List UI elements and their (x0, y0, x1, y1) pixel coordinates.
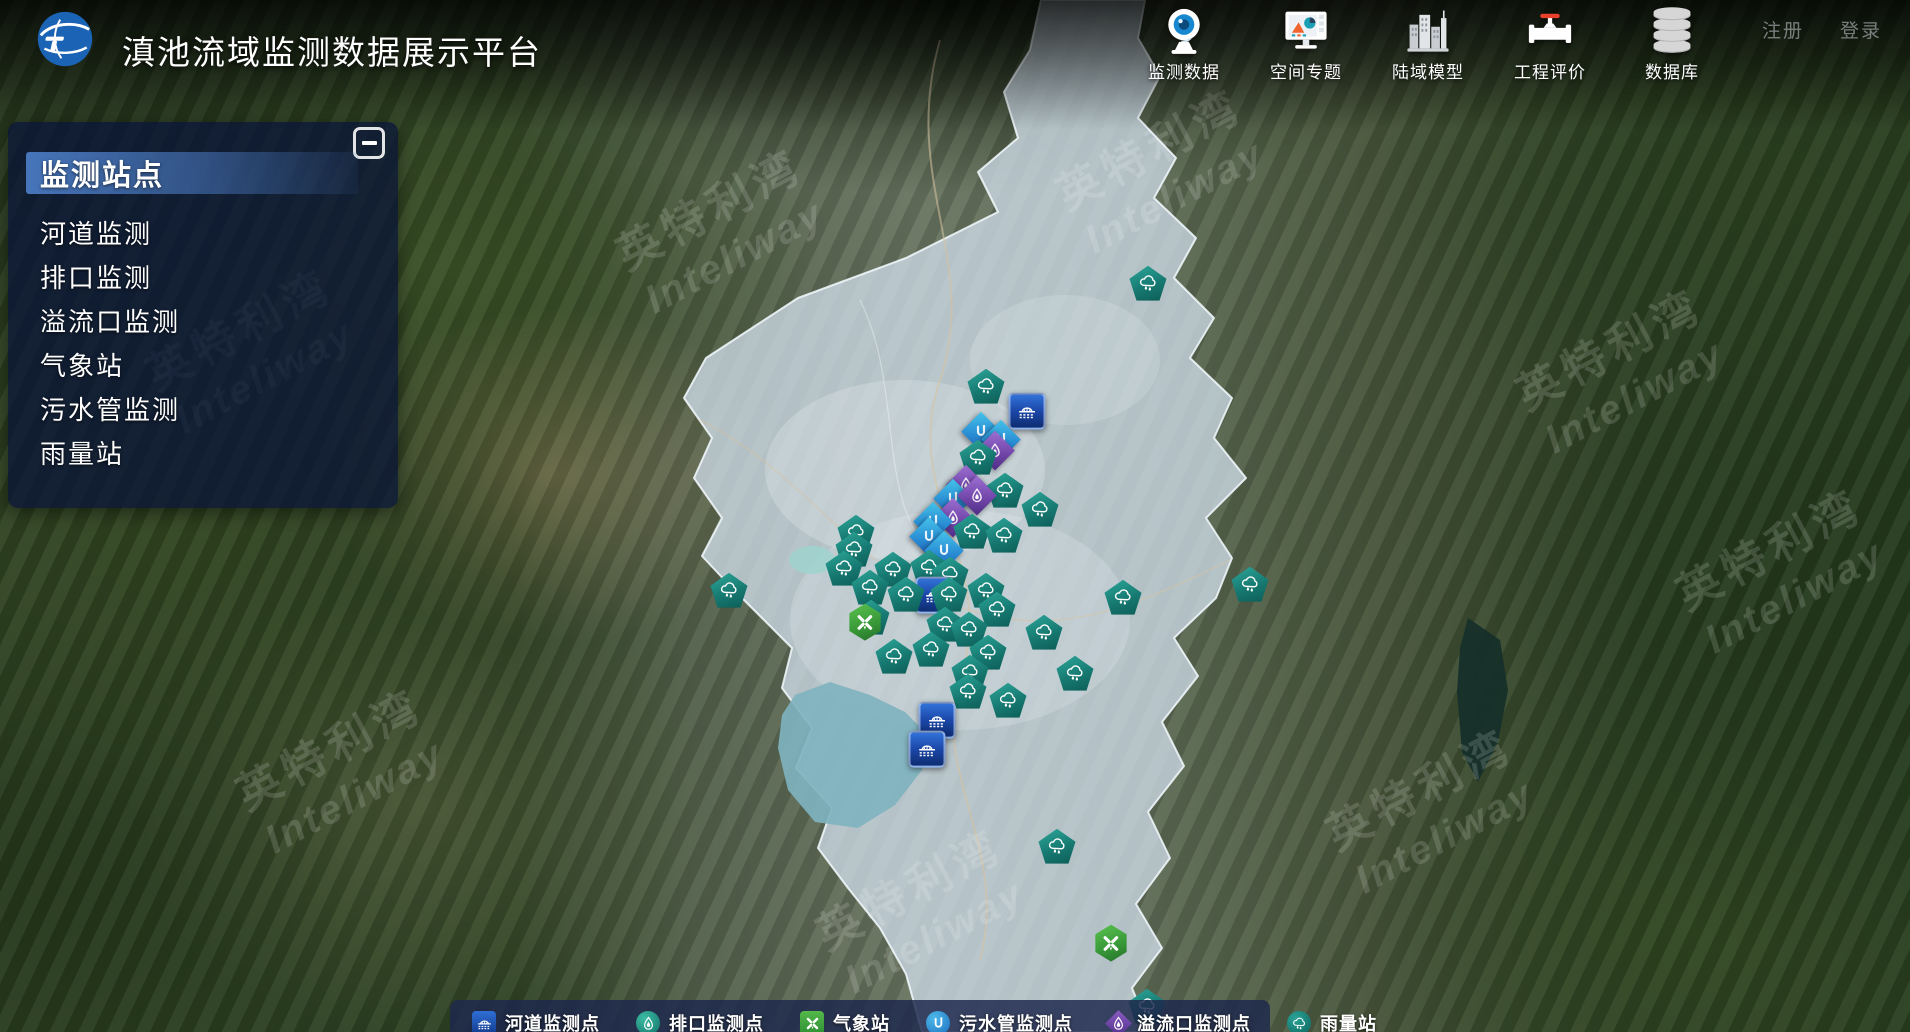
map-legend: 河道监测点 排口监测点 气象站 污水管监测点 溢流口监测点 雨量站 (450, 1000, 1270, 1032)
cloud-rain-icon (832, 557, 856, 579)
cloud-rain-icon (993, 479, 1017, 501)
cloud-rain-icon (894, 583, 918, 605)
bridge-icon (472, 1011, 496, 1032)
cloud-rain-icon (957, 618, 981, 640)
sidebar-item-overflow[interactable]: 溢流口监测 (40, 300, 378, 344)
legend-label: 溢流口监测点 (1137, 1010, 1251, 1032)
drop-icon (1105, 1010, 1132, 1032)
sidebar-item-rain[interactable]: 雨量站 (40, 432, 378, 476)
bridge-icon (916, 739, 937, 760)
cloud-rain-icon (966, 446, 990, 468)
nav-item-database[interactable]: 数据库 (1624, 4, 1720, 83)
header: 滇池流域监测数据展示平台 监测数据 空间专题 陆域模型 工程评价 数据库 注册 … (0, 0, 1910, 100)
webcam-icon (1158, 4, 1210, 56)
nav-item-project-eval[interactable]: 工程评价 (1502, 4, 1598, 83)
nav-label: 工程评价 (1514, 58, 1586, 83)
cloud-rain-icon (1028, 498, 1052, 520)
legend-item-rain: 雨量站 (1287, 1010, 1377, 1032)
cloud-rain-icon (1136, 272, 1160, 294)
cloud-rain-icon (882, 645, 906, 667)
cloud-rain-icon (881, 558, 905, 580)
legend-label: 雨量站 (1320, 1010, 1377, 1032)
monitor-chart-icon (1280, 4, 1332, 56)
legend-item-outlet: 排口监测点 (636, 1010, 764, 1032)
page-title: 滇池流域监测数据展示平台 (122, 26, 542, 74)
cloud-rain-icon (985, 598, 1009, 620)
x-pinwheel-icon (1100, 931, 1122, 955)
nav-label: 数据库 (1645, 58, 1699, 83)
cloud-rain-icon (937, 583, 961, 605)
cloud-rain-icon (858, 576, 882, 598)
marker-river[interactable] (1009, 393, 1046, 430)
legend-item-overflow: 溢流口监测点 (1109, 1010, 1251, 1032)
sidebar-item-outlet[interactable]: 排口监测 (40, 256, 378, 300)
panel-title-bar[interactable]: 监测站点 (26, 152, 358, 194)
nav-item-monitor-data[interactable]: 监测数据 (1136, 4, 1232, 83)
database-icon (1646, 4, 1698, 56)
cloud-rain-icon (717, 579, 741, 601)
marker-river[interactable] (909, 731, 946, 768)
cloud-rain-icon (1111, 586, 1135, 608)
platform-logo (36, 10, 94, 68)
app-root: 英特利湾Inteliway 英特利湾Inteliway 英特利湾Inteliwa… (0, 0, 1910, 1032)
legend-label: 河道监测点 (505, 1010, 600, 1032)
east-lake (1457, 618, 1508, 782)
cloud-rain-icon (1287, 1011, 1311, 1032)
drop-icon (968, 487, 986, 505)
nav-label: 陆域模型 (1392, 58, 1464, 83)
legend-label: 污水管监测点 (959, 1010, 1073, 1032)
legend-item-sewage: 污水管监测点 (926, 1010, 1073, 1032)
cloud-rain-icon (960, 520, 984, 542)
register-link[interactable]: 注册 (1762, 16, 1804, 43)
legend-item-weather: 气象站 (800, 1010, 890, 1032)
sidebar-item-weather[interactable]: 气象站 (40, 344, 378, 388)
cloud-rain-icon (1238, 573, 1262, 595)
cloud-rain-icon (974, 375, 998, 397)
panel-title: 监测站点 (26, 152, 164, 194)
cloud-rain-icon (1045, 835, 1069, 857)
login-link[interactable]: 登录 (1840, 16, 1882, 43)
cloud-rain-icon (976, 641, 1000, 663)
x-pinwheel-icon (800, 1011, 824, 1032)
nav-label: 空间专题 (1270, 58, 1342, 83)
buildings-icon (1402, 4, 1454, 56)
legend-label: 排口监测点 (669, 1010, 764, 1032)
valve-icon (1524, 4, 1576, 56)
cloud-rain-icon (919, 638, 943, 660)
monitoring-stations-panel: 监测站点 河道监测排口监测溢流口监测气象站污水管监测雨量站 (8, 122, 398, 508)
station-type-list: 河道监测排口监测溢流口监测气象站污水管监测雨量站 (40, 212, 378, 476)
cloud-rain-icon (996, 689, 1020, 711)
nav-item-land-model[interactable]: 陆域模型 (1380, 4, 1476, 83)
legend-label: 气象站 (833, 1010, 890, 1032)
minus-icon (362, 141, 377, 145)
main-nav: 监测数据 空间专题 陆域模型 工程评价 数据库 (1136, 4, 1720, 83)
legend-item-river: 河道监测点 (472, 1010, 600, 1032)
nav-item-spatial-theme[interactable]: 空间专题 (1258, 4, 1354, 83)
bridge-icon (1016, 401, 1037, 422)
cloud-rain-icon (992, 524, 1016, 546)
auth-links: 注册 登录 (1762, 16, 1882, 43)
sidebar-item-river[interactable]: 河道监测 (40, 212, 378, 256)
cloud-rain-icon (1032, 621, 1056, 643)
drop-icon (636, 1011, 660, 1032)
cloud-rain-icon (956, 680, 980, 702)
x-pinwheel-icon (854, 610, 876, 634)
sidebar-item-sewage[interactable]: 污水管监测 (40, 388, 378, 432)
cloud-rain-icon (1063, 662, 1087, 684)
bridge-icon (926, 710, 947, 731)
u-pipe-icon (926, 1011, 950, 1032)
nav-label: 监测数据 (1148, 58, 1220, 83)
